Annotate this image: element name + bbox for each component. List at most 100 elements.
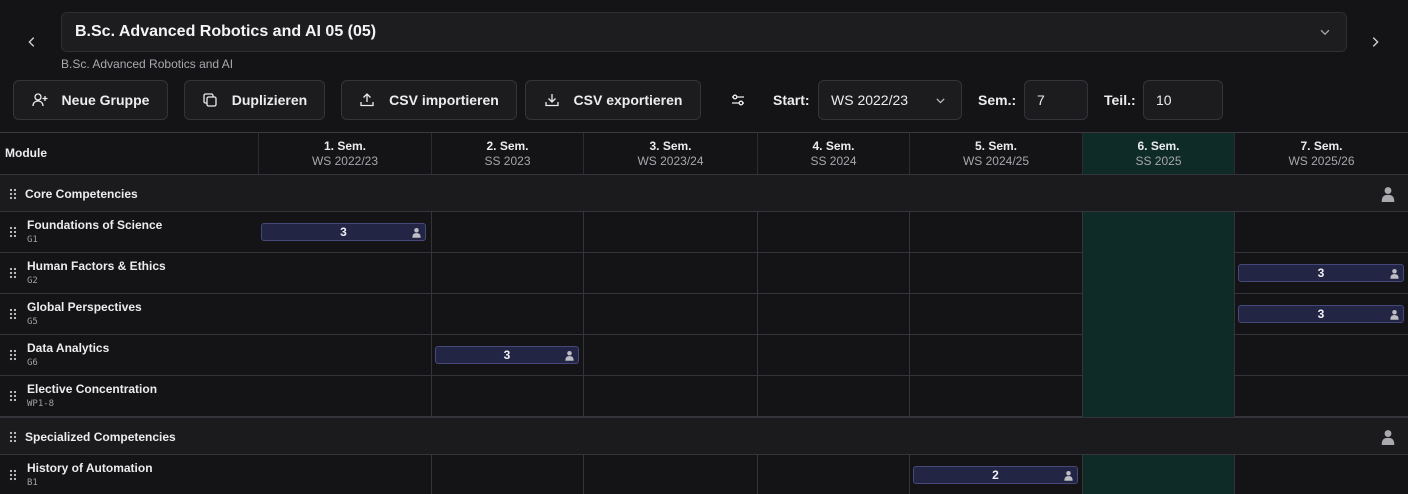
semester-cell[interactable] bbox=[583, 455, 757, 494]
semester-cell[interactable]: 3 bbox=[1234, 294, 1408, 335]
semester-cell[interactable] bbox=[431, 455, 583, 494]
program-select[interactable]: B.Sc. Advanced Robotics and AI 05 (05) bbox=[61, 12, 1347, 52]
user-lock-icon bbox=[1390, 268, 1399, 279]
semester-term: WS 2024/25 bbox=[962, 153, 1030, 168]
semester-term: WS 2023/24 bbox=[637, 153, 704, 168]
credit-pill[interactable]: 3 bbox=[435, 346, 579, 364]
drag-handle-icon[interactable] bbox=[9, 349, 17, 361]
semester-cell[interactable] bbox=[583, 253, 757, 294]
semester-cell[interactable] bbox=[757, 294, 909, 335]
user-lock-icon bbox=[565, 350, 574, 361]
credit-pill[interactable]: 3 bbox=[261, 223, 426, 241]
semester-number: 4. Sem. bbox=[812, 138, 855, 153]
semester-cell[interactable] bbox=[1082, 376, 1234, 417]
semester-cell[interactable] bbox=[258, 455, 431, 494]
user-lock-icon[interactable] bbox=[1381, 429, 1395, 445]
semester-cell[interactable] bbox=[1082, 335, 1234, 376]
semester-cell[interactable] bbox=[757, 335, 909, 376]
credit-value: 3 bbox=[1317, 307, 1325, 321]
semester-cell[interactable] bbox=[1082, 455, 1234, 494]
program-subtitle: B.Sc. Advanced Robotics and AI bbox=[61, 57, 234, 71]
start-label: Start: bbox=[773, 92, 810, 108]
participants-input[interactable]: 10 bbox=[1143, 80, 1223, 120]
module-name: Data Analytics bbox=[27, 341, 110, 355]
drag-handle-icon[interactable] bbox=[9, 188, 17, 200]
next-program-arrow[interactable] bbox=[1365, 30, 1385, 54]
semester-count-value: 7 bbox=[1037, 92, 1045, 108]
drag-handle-icon[interactable] bbox=[9, 267, 17, 279]
semester-cell[interactable] bbox=[909, 294, 1082, 335]
semester-cell[interactable] bbox=[1082, 294, 1234, 335]
semester-cell[interactable] bbox=[757, 253, 909, 294]
credit-pill[interactable]: 3 bbox=[1238, 264, 1404, 282]
semester-cell[interactable] bbox=[431, 294, 583, 335]
semester-cell[interactable] bbox=[1082, 212, 1234, 253]
program-title: B.Sc. Advanced Robotics and AI 05 (05) bbox=[75, 23, 377, 40]
drag-handle-icon[interactable] bbox=[9, 390, 17, 402]
semester-term: SS 2024 bbox=[810, 153, 857, 168]
semester-cell[interactable]: 3 bbox=[258, 212, 431, 253]
group-row[interactable]: Core Competencies bbox=[0, 174, 1408, 212]
semester-cell[interactable] bbox=[583, 335, 757, 376]
semester-cell[interactable] bbox=[431, 376, 583, 417]
sliders-icon bbox=[732, 94, 744, 106]
user-lock-icon[interactable] bbox=[1381, 186, 1395, 202]
semester-cell[interactable] bbox=[909, 335, 1082, 376]
copy-icon bbox=[203, 93, 217, 107]
semester-cell[interactable] bbox=[757, 376, 909, 417]
drag-handle-icon[interactable] bbox=[9, 431, 17, 443]
semester-cell[interactable] bbox=[583, 294, 757, 335]
sem-label: Sem.: bbox=[978, 92, 1017, 108]
drag-handle-icon[interactable] bbox=[9, 308, 17, 320]
semester-header-5: 5. Sem. WS 2024/25 bbox=[909, 133, 1082, 174]
previous-program-arrow[interactable] bbox=[22, 30, 42, 54]
chevron-left-icon bbox=[28, 37, 35, 47]
semester-cell[interactable] bbox=[757, 212, 909, 253]
semester-number: 7. Sem. bbox=[1300, 138, 1343, 153]
semester-cell[interactable] bbox=[258, 376, 431, 417]
semester-cell[interactable] bbox=[258, 253, 431, 294]
csv-import-button[interactable]: CSV importieren bbox=[341, 80, 517, 120]
chevron-down-icon bbox=[1320, 29, 1330, 36]
semester-cell[interactable] bbox=[431, 212, 583, 253]
duplicate-button[interactable]: Duplizieren bbox=[184, 80, 325, 120]
credit-pill[interactable]: 2 bbox=[913, 466, 1078, 484]
semester-cell[interactable] bbox=[1234, 335, 1408, 376]
module-name: Elective Concentration bbox=[27, 382, 158, 396]
semester-cell[interactable]: 2 bbox=[909, 455, 1082, 494]
semester-number: 2. Sem. bbox=[486, 138, 529, 153]
start-semester-select[interactable]: WS 2022/23 bbox=[818, 80, 962, 120]
semester-count-input[interactable]: 7 bbox=[1024, 80, 1088, 120]
semester-cell[interactable] bbox=[757, 455, 909, 494]
group-row[interactable]: Specialized Competencies bbox=[0, 417, 1408, 455]
semester-cell[interactable] bbox=[1082, 253, 1234, 294]
semester-cell[interactable] bbox=[1234, 455, 1408, 494]
credit-value: 2 bbox=[992, 468, 999, 482]
filter-settings-button[interactable] bbox=[725, 80, 751, 120]
module-code: B1 bbox=[27, 478, 38, 488]
new-group-label: Neue Gruppe bbox=[61, 92, 150, 108]
csv-import-label: CSV importieren bbox=[389, 92, 499, 108]
semester-cell[interactable] bbox=[909, 253, 1082, 294]
semester-cell[interactable]: 3 bbox=[431, 335, 583, 376]
module-column-header: Module bbox=[5, 146, 47, 160]
semester-cell[interactable] bbox=[583, 212, 757, 253]
semester-cell[interactable] bbox=[909, 376, 1082, 417]
drag-handle-icon[interactable] bbox=[9, 469, 17, 481]
csv-export-label: CSV exportieren bbox=[573, 92, 683, 108]
new-group-button[interactable]: Neue Gruppe bbox=[13, 80, 168, 120]
semester-cell[interactable] bbox=[1234, 376, 1408, 417]
semester-cell[interactable] bbox=[1234, 212, 1408, 253]
semester-cell[interactable] bbox=[909, 212, 1082, 253]
credit-pill[interactable]: 3 bbox=[1238, 305, 1404, 323]
semester-planning-grid: Module 1. Sem. WS 2022/23 2. Sem. SS 2023 3.… bbox=[0, 132, 1408, 494]
drag-handle-icon[interactable] bbox=[9, 226, 17, 238]
semester-cell[interactable] bbox=[258, 294, 431, 335]
module-name: History of Automation bbox=[27, 461, 153, 475]
semester-cell[interactable] bbox=[431, 253, 583, 294]
semester-term: WS 2025/26 bbox=[1288, 153, 1355, 168]
semester-cell[interactable] bbox=[583, 376, 757, 417]
semester-cell[interactable] bbox=[258, 335, 431, 376]
csv-export-button[interactable]: CSV exportieren bbox=[525, 80, 701, 120]
semester-cell[interactable]: 3 bbox=[1234, 253, 1408, 294]
